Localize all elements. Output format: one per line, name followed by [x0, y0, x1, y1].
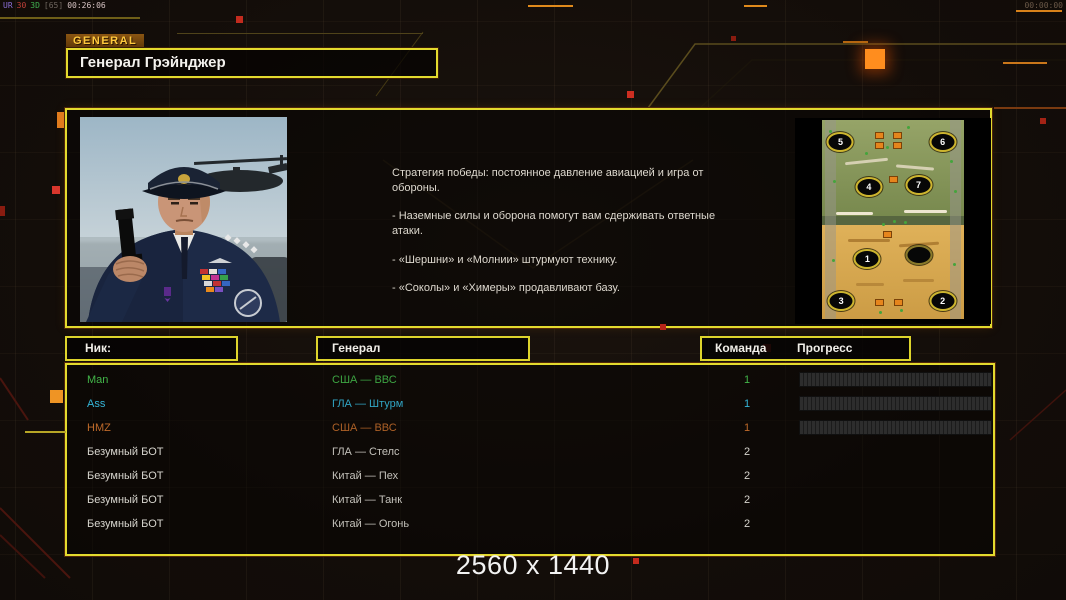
player-team: 2	[743, 446, 751, 458]
game-loading-screen: UR 30 3D [65] 00:26:06 00:00:00 GENERAL Гене…	[0, 0, 1066, 600]
decor-square	[660, 324, 666, 330]
player-nick: Безумный БОТ	[87, 446, 164, 458]
decor-square	[236, 16, 243, 23]
map-start-position-5: 5	[826, 131, 854, 152]
loading-progress-bar	[799, 396, 992, 411]
player-nick: Безумный БОТ	[87, 494, 164, 506]
map-road-right	[949, 120, 962, 319]
briefing-paragraph: Стратегия победы: постоянное давление ав…	[392, 167, 704, 194]
briefing-paragraph: - «Соколы» и «Химеры» продавливают базу.	[392, 282, 620, 295]
player-general: Китай — Пех	[332, 470, 399, 482]
general-portrait	[80, 117, 287, 322]
player-nick: Безумный БОТ	[87, 518, 164, 530]
column-header-team: Команда	[715, 341, 767, 355]
player-general: Китай — Танк	[332, 494, 403, 506]
map-start-position-1: 1	[853, 249, 881, 270]
decor-line	[744, 5, 767, 7]
player-team: 1	[743, 374, 751, 386]
decor-line	[1003, 62, 1047, 64]
decor-square	[52, 186, 60, 194]
general-tab-label: GENERAL	[66, 34, 145, 48]
player-nick: Man	[87, 374, 109, 386]
player-list: Man США — ВВС 1 Ass ГЛА — Штурм 1 HMZ США — ВВС…	[65, 363, 995, 556]
fps-overlay-part: UR	[3, 1, 13, 10]
map-start-position-4: 4	[855, 176, 883, 197]
map-start-position-7: 7	[905, 174, 933, 195]
player-row: Безумный БОТ ГЛА — Стелс 2	[67, 440, 993, 464]
player-team: 1	[743, 398, 751, 410]
general-title: Генерал Грэйнджер	[66, 48, 438, 78]
decor-line	[528, 5, 573, 7]
player-row: Man США — ВВС 1	[67, 368, 993, 392]
map-start-position-2: 2	[929, 291, 957, 312]
resolution-label: 2560 x 1440	[455, 550, 611, 580]
briefing-paragraph: - «Шершни» и «Молнии» штурмуют технику.	[392, 253, 618, 266]
player-row: Ass ГЛА — Штурм 1	[67, 392, 993, 416]
player-row: Безумный БОТ Китай — Огонь 2	[67, 512, 993, 536]
player-team: 1	[743, 422, 751, 434]
fps-overlay-part: 30	[16, 1, 27, 10]
map-start-position-empty	[905, 245, 933, 266]
briefing-panel: Стратегия победы: постоянное давление ав…	[65, 108, 992, 328]
decor-line	[0, 17, 140, 19]
decor-line	[994, 107, 1066, 109]
strategy-briefing: Стратегия победы: постоянное давление ав…	[392, 166, 730, 310]
briefing-paragraph: - Наземные силы и оборона помогут вам сд…	[392, 210, 716, 237]
loading-progress-bar	[799, 372, 992, 387]
decor-square	[0, 206, 5, 216]
player-nick: HMZ	[87, 422, 111, 434]
column-header-team-progress: Команда Прогресс	[700, 336, 911, 361]
player-team: 2	[743, 518, 751, 530]
fps-overlay-part: 00:26:06	[67, 1, 106, 10]
player-row: Безумный БОТ Китай — Пех 2	[67, 464, 993, 488]
map-start-position-3: 3	[827, 291, 855, 312]
decor-square	[865, 49, 885, 69]
fps-overlay-part: 3D	[30, 1, 40, 10]
game-timer: 00:00:00	[1024, 1, 1063, 10]
player-team: 2	[743, 470, 751, 482]
player-team: 2	[743, 494, 751, 506]
player-nick: Ass	[87, 398, 106, 410]
decor-line	[1016, 10, 1062, 12]
player-row: Безумный БОТ Китай — Танк 2	[67, 488, 993, 512]
player-general: США — ВВС	[332, 422, 397, 434]
player-general: ГЛА — Стелс	[332, 446, 400, 458]
player-nick: Безумный БОТ	[87, 470, 164, 482]
decor-square	[1040, 118, 1046, 124]
player-general: ГЛА — Штурм	[332, 398, 404, 410]
loading-progress-bar	[799, 420, 992, 435]
decor-line	[843, 41, 868, 43]
fps-overlay-part: [65]	[43, 1, 64, 10]
column-header-progress: Прогресс	[797, 341, 853, 355]
decor-line	[25, 431, 66, 433]
column-header-nick: Ник:	[65, 336, 238, 361]
decor-square	[731, 36, 736, 41]
player-general: США — ВВС	[332, 374, 397, 386]
column-header-general: Генерал	[316, 336, 530, 361]
player-row: HMZ США — ВВС 1	[67, 416, 993, 440]
map-terrain: 5 6 4 7 1 3 2	[822, 120, 964, 319]
fps-overlay: UR 30 3D [65] 00:26:06	[3, 1, 110, 10]
decor-line	[177, 33, 423, 34]
map-preview: 5 6 4 7 1 3 2	[795, 118, 991, 324]
decor-square	[627, 91, 634, 98]
map-start-position-6: 6	[929, 131, 957, 152]
player-general: Китай — Огонь	[332, 518, 410, 530]
decor-square	[57, 112, 64, 128]
decor-square	[50, 390, 63, 403]
